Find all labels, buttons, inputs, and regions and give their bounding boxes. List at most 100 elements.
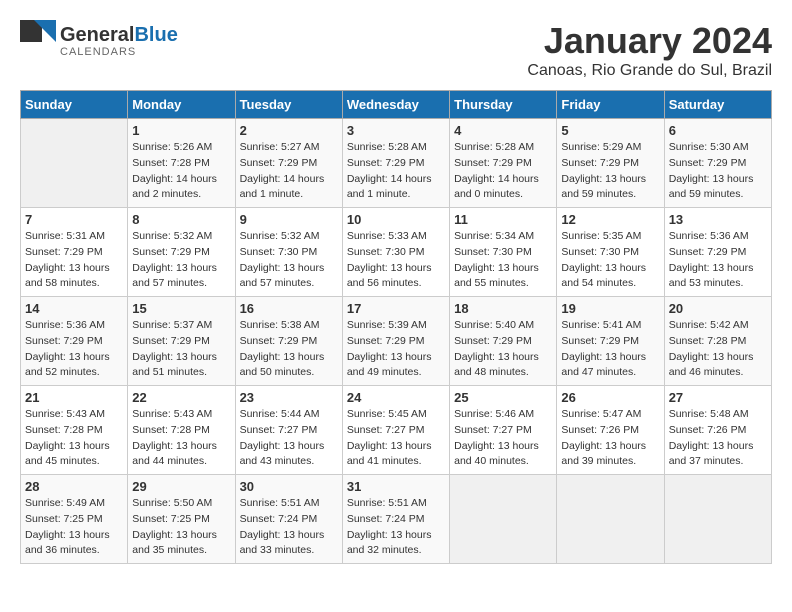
day-number: 14 [25, 301, 123, 316]
day-info: Sunrise: 5:36 AMSunset: 7:29 PMDaylight:… [25, 318, 123, 381]
day-cell: 4 Sunrise: 5:28 AMSunset: 7:29 PMDaylight… [450, 119, 557, 208]
day-number: 22 [132, 390, 230, 405]
day-number: 10 [347, 212, 445, 227]
day-number: 18 [454, 301, 552, 316]
day-number: 28 [25, 479, 123, 494]
title-section: January 2024 Canoas, Rio Grande do Sul, … [527, 20, 772, 80]
day-cell: 19 Sunrise: 5:41 AMSunset: 7:29 PMDayligh… [557, 297, 664, 386]
day-cell: 23 Sunrise: 5:44 AMSunset: 7:27 PMDayligh… [235, 386, 342, 475]
logo-icon [20, 20, 56, 56]
day-info: Sunrise: 5:33 AMSunset: 7:30 PMDaylight:… [347, 229, 445, 292]
day-info: Sunrise: 5:28 AMSunset: 7:29 PMDaylight:… [454, 140, 552, 203]
day-cell: 7Sunrise: 5:31 AMSunset: 7:29 PMDaylight… [21, 208, 128, 297]
day-cell: 9Sunrise: 5:32 AMSunset: 7:30 PMDaylight… [235, 208, 342, 297]
day-number: 23 [240, 390, 338, 405]
day-cell: 22 Sunrise: 5:43 AMSunset: 7:28 PMDayligh… [128, 386, 235, 475]
day-info: Sunrise: 5:32 AMSunset: 7:29 PMDaylight:… [132, 229, 230, 292]
logo-tagline: CALENDARS [60, 46, 178, 58]
day-number: 20 [669, 301, 767, 316]
day-cell: 1 Sunrise: 5:26 AMSunset: 7:28 PMDaylight… [128, 119, 235, 208]
day-info: Sunrise: 5:50 AMSunset: 7:25 PMDaylight:… [132, 496, 230, 559]
day-number: 15 [132, 301, 230, 316]
day-cell [21, 119, 128, 208]
day-info: Sunrise: 5:41 AMSunset: 7:29 PMDaylight:… [561, 318, 659, 381]
week-row-5: 28Sunrise: 5:49 AMSunset: 7:25 PMDayligh… [21, 475, 772, 564]
day-cell: 13Sunrise: 5:36 AMSunset: 7:29 PMDayligh… [664, 208, 771, 297]
day-number: 16 [240, 301, 338, 316]
day-number: 26 [561, 390, 659, 405]
day-info: Sunrise: 5:35 AMSunset: 7:30 PMDaylight:… [561, 229, 659, 292]
day-number: 2 [240, 123, 338, 138]
day-number: 27 [669, 390, 767, 405]
weekday-header-thursday: Thursday [450, 91, 557, 119]
day-info: Sunrise: 5:44 AMSunset: 7:27 PMDaylight:… [240, 407, 338, 470]
weekday-header-row: SundayMondayTuesdayWednesdayThursdayFrid… [21, 91, 772, 119]
day-cell: 3Sunrise: 5:28 AMSunset: 7:29 PMDaylight… [342, 119, 449, 208]
weekday-header-sunday: Sunday [21, 91, 128, 119]
day-info: Sunrise: 5:26 AMSunset: 7:28 PMDaylight:… [132, 140, 230, 203]
day-cell [557, 475, 664, 564]
day-info: Sunrise: 5:51 AMSunset: 7:24 PMDaylight:… [347, 496, 445, 559]
day-number: 1 [132, 123, 230, 138]
day-info: Sunrise: 5:45 AMSunset: 7:27 PMDaylight:… [347, 407, 445, 470]
day-number: 19 [561, 301, 659, 316]
day-info: Sunrise: 5:34 AMSunset: 7:30 PMDaylight:… [454, 229, 552, 292]
day-cell: 27 Sunrise: 5:48 AMSunset: 7:26 PMDayligh… [664, 386, 771, 475]
day-cell: 28Sunrise: 5:49 AMSunset: 7:25 PMDayligh… [21, 475, 128, 564]
weekday-header-monday: Monday [128, 91, 235, 119]
day-number: 30 [240, 479, 338, 494]
day-cell: 16 Sunrise: 5:38 AMSunset: 7:29 PMDayligh… [235, 297, 342, 386]
day-info: Sunrise: 5:43 AMSunset: 7:28 PMDaylight:… [132, 407, 230, 470]
day-info: Sunrise: 5:38 AMSunset: 7:29 PMDaylight:… [240, 318, 338, 381]
day-info: Sunrise: 5:28 AMSunset: 7:29 PMDaylight:… [347, 140, 445, 203]
day-info: Sunrise: 5:39 AMSunset: 7:29 PMDaylight:… [347, 318, 445, 381]
day-number: 21 [25, 390, 123, 405]
day-info: Sunrise: 5:40 AMSunset: 7:29 PMDaylight:… [454, 318, 552, 381]
day-cell: 17 Sunrise: 5:39 AMSunset: 7:29 PMDayligh… [342, 297, 449, 386]
day-number: 6 [669, 123, 767, 138]
day-info: Sunrise: 5:48 AMSunset: 7:26 PMDaylight:… [669, 407, 767, 470]
week-row-2: 7Sunrise: 5:31 AMSunset: 7:29 PMDaylight… [21, 208, 772, 297]
weekday-header-friday: Friday [557, 91, 664, 119]
day-number: 17 [347, 301, 445, 316]
calendar-table: SundayMondayTuesdayWednesdayThursdayFrid… [20, 90, 772, 564]
day-info: Sunrise: 5:29 AMSunset: 7:29 PMDaylight:… [561, 140, 659, 203]
day-cell: 10 Sunrise: 5:33 AMSunset: 7:30 PMDayligh… [342, 208, 449, 297]
day-cell: 24Sunrise: 5:45 AMSunset: 7:27 PMDayligh… [342, 386, 449, 475]
day-cell [664, 475, 771, 564]
week-row-3: 14 Sunrise: 5:36 AMSunset: 7:29 PMDayligh… [21, 297, 772, 386]
day-cell: 29 Sunrise: 5:50 AMSunset: 7:25 PMDayligh… [128, 475, 235, 564]
page-header: GeneralBlue CALENDARS January 2024 Canoa… [20, 20, 772, 80]
day-cell: 11 Sunrise: 5:34 AMSunset: 7:30 PMDayligh… [450, 208, 557, 297]
day-cell: 20Sunrise: 5:42 AMSunset: 7:28 PMDayligh… [664, 297, 771, 386]
location-title: Canoas, Rio Grande do Sul, Brazil [527, 62, 772, 80]
logo-general: General [60, 24, 134, 46]
day-number: 13 [669, 212, 767, 227]
day-number: 29 [132, 479, 230, 494]
logo-blue: Blue [134, 24, 177, 46]
month-title: January 2024 [527, 20, 772, 62]
day-cell: 15 Sunrise: 5:37 AMSunset: 7:29 PMDayligh… [128, 297, 235, 386]
day-cell: 25 Sunrise: 5:46 AMSunset: 7:27 PMDayligh… [450, 386, 557, 475]
day-cell: 31 Sunrise: 5:51 AMSunset: 7:24 PMDayligh… [342, 475, 449, 564]
day-cell: 26Sunrise: 5:47 AMSunset: 7:26 PMDayligh… [557, 386, 664, 475]
day-info: Sunrise: 5:51 AMSunset: 7:24 PMDaylight:… [240, 496, 338, 559]
day-cell: 30 Sunrise: 5:51 AMSunset: 7:24 PMDayligh… [235, 475, 342, 564]
day-number: 9 [240, 212, 338, 227]
week-row-4: 21 Sunrise: 5:43 AMSunset: 7:28 PMDayligh… [21, 386, 772, 475]
day-info: Sunrise: 5:43 AMSunset: 7:28 PMDaylight:… [25, 407, 123, 470]
day-info: Sunrise: 5:30 AMSunset: 7:29 PMDaylight:… [669, 140, 767, 203]
day-number: 25 [454, 390, 552, 405]
day-number: 11 [454, 212, 552, 227]
day-info: Sunrise: 5:31 AMSunset: 7:29 PMDaylight:… [25, 229, 123, 292]
day-cell: 8Sunrise: 5:32 AMSunset: 7:29 PMDaylight… [128, 208, 235, 297]
day-info: Sunrise: 5:46 AMSunset: 7:27 PMDaylight:… [454, 407, 552, 470]
weekday-header-saturday: Saturday [664, 91, 771, 119]
day-number: 4 [454, 123, 552, 138]
day-info: Sunrise: 5:37 AMSunset: 7:29 PMDaylight:… [132, 318, 230, 381]
day-cell: 21 Sunrise: 5:43 AMSunset: 7:28 PMDayligh… [21, 386, 128, 475]
day-number: 31 [347, 479, 445, 494]
weekday-header-wednesday: Wednesday [342, 91, 449, 119]
day-cell: 6 Sunrise: 5:30 AMSunset: 7:29 PMDaylight… [664, 119, 771, 208]
day-number: 12 [561, 212, 659, 227]
